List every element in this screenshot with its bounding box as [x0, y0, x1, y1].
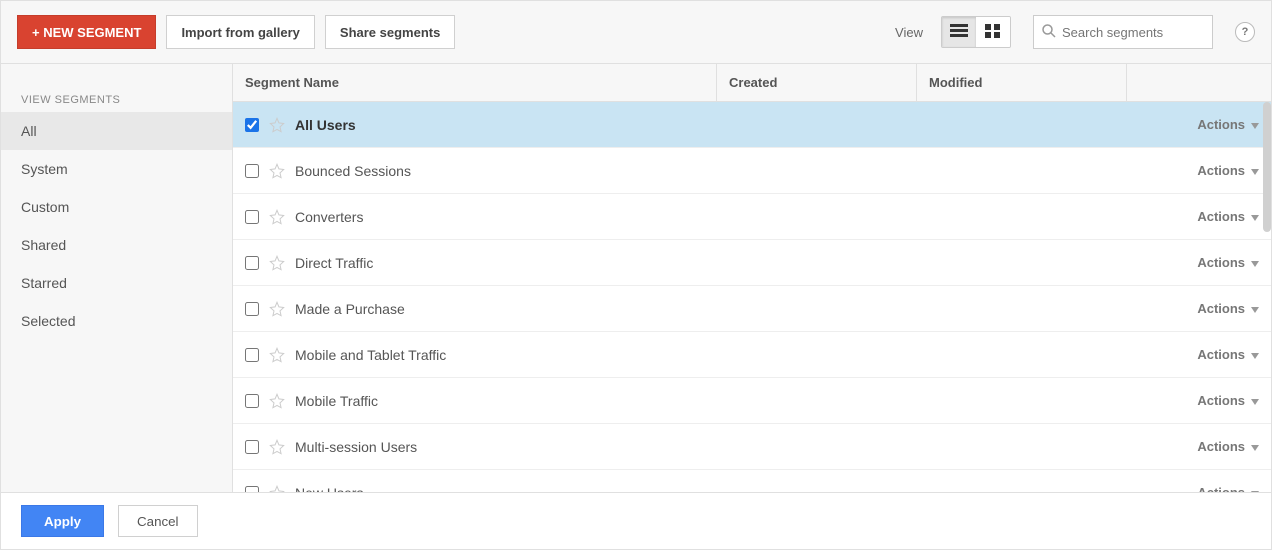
sidebar-item-all[interactable]: All	[1, 112, 232, 150]
table-row[interactable]: Mobile Traffic Actions	[233, 378, 1271, 424]
chevron-down-icon	[1251, 255, 1259, 270]
row-actions-menu[interactable]: Actions	[1139, 439, 1259, 454]
row-checkbox[interactable]	[245, 118, 259, 132]
table-row[interactable]: Multi-session Users Actions	[233, 424, 1271, 470]
chevron-down-icon	[1251, 117, 1259, 132]
actions-label: Actions	[1197, 393, 1245, 408]
row-checkbox[interactable]	[245, 394, 259, 408]
column-actions	[1126, 64, 1271, 101]
sidebar-item-shared[interactable]: Shared	[1, 226, 232, 264]
grid-view-icon	[985, 24, 1001, 41]
row-segment-name: Converters	[295, 209, 729, 225]
chevron-down-icon	[1251, 393, 1259, 408]
table-row[interactable]: Made a Purchase Actions	[233, 286, 1271, 332]
star-icon[interactable]	[269, 393, 285, 409]
row-segment-name: Mobile Traffic	[295, 393, 729, 409]
actions-label: Actions	[1197, 117, 1245, 132]
row-actions-menu[interactable]: Actions	[1139, 393, 1259, 408]
chevron-down-icon	[1251, 163, 1259, 178]
row-segment-name: Multi-session Users	[295, 439, 729, 455]
share-segments-button[interactable]: Share segments	[325, 15, 455, 49]
sidebar-item-custom[interactable]: Custom	[1, 188, 232, 226]
segments-table: Segment Name Created Modified All UsersA…	[233, 64, 1271, 492]
row-segment-name: Bounced Sessions	[295, 163, 729, 179]
actions-label: Actions	[1197, 347, 1245, 362]
row-actions-menu[interactable]: Actions	[1139, 255, 1259, 270]
chevron-down-icon	[1251, 485, 1259, 492]
row-segment-name: All Users	[295, 117, 729, 133]
star-icon[interactable]	[269, 485, 285, 493]
table-row[interactable]: All Users Actions	[233, 102, 1271, 148]
row-checkbox[interactable]	[245, 348, 259, 362]
actions-label: Actions	[1197, 255, 1245, 270]
row-checkbox[interactable]	[245, 302, 259, 316]
sidebar-item-system[interactable]: System	[1, 150, 232, 188]
chevron-down-icon	[1251, 439, 1259, 454]
search-box[interactable]	[1033, 15, 1213, 49]
sidebar-item-starred[interactable]: Starred	[1, 264, 232, 302]
row-checkbox[interactable]	[245, 164, 259, 178]
row-checkbox[interactable]	[245, 440, 259, 454]
table-row[interactable]: Converters Actions	[233, 194, 1271, 240]
row-checkbox[interactable]	[245, 486, 259, 493]
star-icon[interactable]	[269, 439, 285, 455]
view-toggle	[941, 16, 1011, 48]
row-actions-menu[interactable]: Actions	[1139, 485, 1259, 492]
view-list-button[interactable]	[942, 17, 976, 47]
help-button[interactable]: ?	[1235, 22, 1255, 42]
scrollbar-thumb[interactable]	[1263, 102, 1271, 232]
star-icon[interactable]	[269, 163, 285, 179]
star-icon[interactable]	[269, 117, 285, 133]
table-row[interactable]: New Users Actions	[233, 470, 1271, 492]
view-grid-button[interactable]	[976, 17, 1010, 47]
row-segment-name: New Users	[295, 485, 729, 493]
search-icon	[1042, 24, 1056, 41]
chevron-down-icon	[1251, 209, 1259, 224]
actions-label: Actions	[1197, 439, 1245, 454]
row-actions-menu[interactable]: Actions	[1139, 347, 1259, 362]
actions-label: Actions	[1197, 301, 1245, 316]
star-icon[interactable]	[269, 347, 285, 363]
actions-label: Actions	[1197, 485, 1245, 492]
view-label: View	[895, 25, 923, 40]
actions-label: Actions	[1197, 209, 1245, 224]
list-view-icon	[950, 24, 968, 41]
column-segment-name[interactable]: Segment Name	[233, 64, 716, 101]
row-actions-menu[interactable]: Actions	[1139, 163, 1259, 178]
row-actions-menu[interactable]: Actions	[1139, 301, 1259, 316]
row-checkbox[interactable]	[245, 210, 259, 224]
sidebar: VIEW SEGMENTS AllSystemCustomSharedStarr…	[1, 64, 233, 492]
row-actions-menu[interactable]: Actions	[1139, 117, 1259, 132]
star-icon[interactable]	[269, 255, 285, 271]
chevron-down-icon	[1251, 301, 1259, 316]
row-actions-menu[interactable]: Actions	[1139, 209, 1259, 224]
sidebar-header: VIEW SEGMENTS	[1, 86, 232, 112]
star-icon[interactable]	[269, 209, 285, 225]
actions-label: Actions	[1197, 163, 1245, 178]
row-segment-name: Made a Purchase	[295, 301, 729, 317]
import-from-gallery-button[interactable]: Import from gallery	[166, 15, 314, 49]
table-header: Segment Name Created Modified	[233, 64, 1271, 102]
footer: Apply Cancel	[1, 492, 1271, 549]
toolbar: + NEW SEGMENT Import from gallery Share …	[1, 1, 1271, 63]
apply-button[interactable]: Apply	[21, 505, 104, 537]
table-row[interactable]: Mobile and Tablet Traffic Actions	[233, 332, 1271, 378]
search-input[interactable]	[1062, 25, 1204, 40]
row-segment-name: Direct Traffic	[295, 255, 729, 271]
column-created[interactable]: Created	[716, 64, 916, 101]
column-modified[interactable]: Modified	[916, 64, 1126, 101]
table-row[interactable]: Bounced Sessions Actions	[233, 148, 1271, 194]
star-icon[interactable]	[269, 301, 285, 317]
sidebar-item-selected[interactable]: Selected	[1, 302, 232, 340]
table-row[interactable]: Direct Traffic Actions	[233, 240, 1271, 286]
chevron-down-icon	[1251, 347, 1259, 362]
table-body[interactable]: All UsersActionsBounced SessionsActionsC…	[233, 102, 1271, 492]
row-checkbox[interactable]	[245, 256, 259, 270]
new-segment-button[interactable]: + NEW SEGMENT	[17, 15, 156, 49]
row-segment-name: Mobile and Tablet Traffic	[295, 347, 729, 363]
cancel-button[interactable]: Cancel	[118, 505, 198, 537]
